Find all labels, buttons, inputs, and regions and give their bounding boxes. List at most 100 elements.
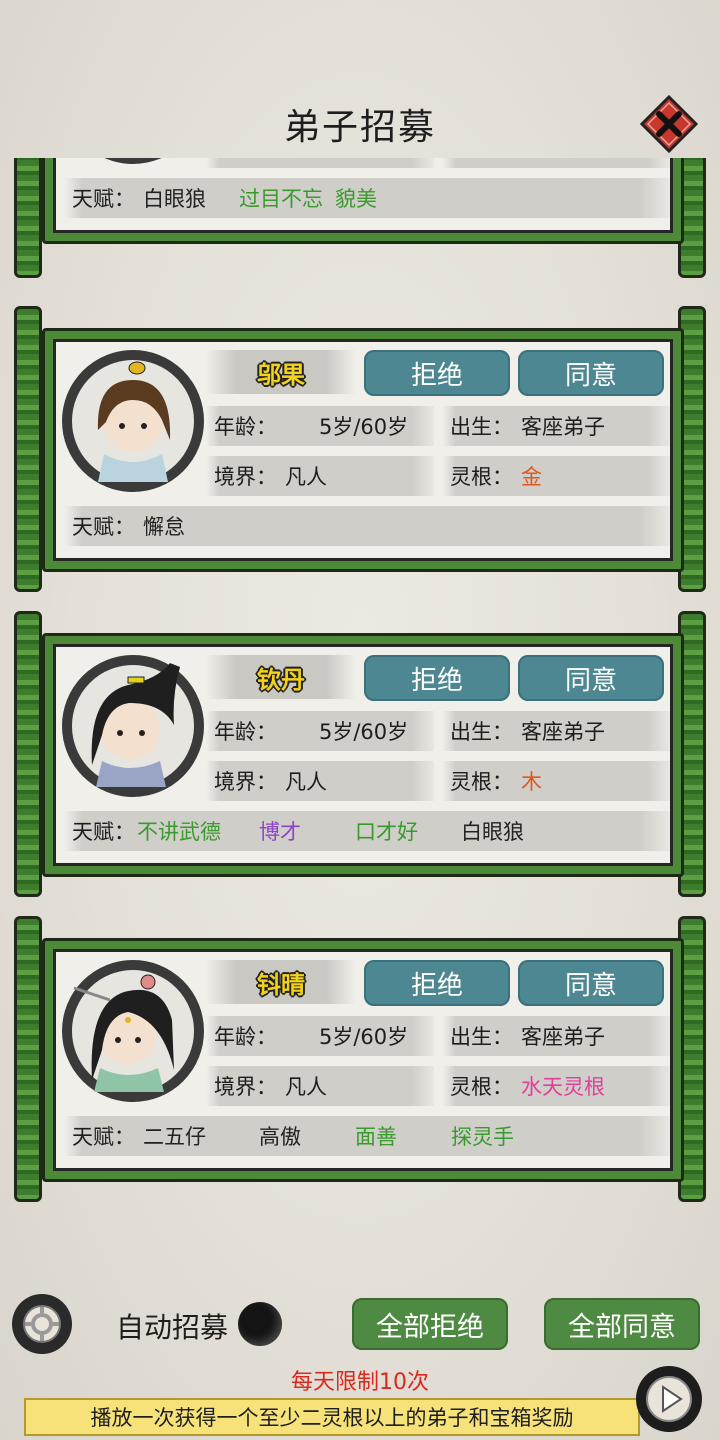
candidate-card: 邬果 拒绝 同意 年龄： 5岁/60岁 出生： 客座弟子 境界： 凡人 灵根： <box>14 300 706 592</box>
talent-label: 天赋： <box>72 515 135 539</box>
accept-button[interactable]: 同意 <box>518 655 664 701</box>
root-value: 金 <box>521 465 542 489</box>
root-value: 水 <box>521 158 542 163</box>
talent-tag: 白眼狼 <box>461 820 524 844</box>
disciple-portrait <box>62 350 204 492</box>
name-bar: 钭晴 <box>206 960 356 1004</box>
root-label: 灵根： <box>450 1075 513 1099</box>
talent-tag: 白眼狼 <box>143 187 206 211</box>
age-label: 年龄： <box>214 1025 277 1049</box>
close-icon <box>640 95 698 153</box>
talent-tag: 二五仔 <box>143 1125 206 1149</box>
name-bar: 邬果 <box>206 350 356 394</box>
talent-tag: 不讲武德 <box>137 820 221 844</box>
talent-tag: 探灵手 <box>451 1125 514 1149</box>
root-label: 灵根： <box>450 465 513 489</box>
root-field: 灵根： 水 <box>442 158 670 168</box>
realm-label: 境界： <box>214 465 277 489</box>
talent-tag: 口才好 <box>355 820 418 844</box>
root-label: 灵根： <box>450 158 513 163</box>
root-field: 灵根： 金 <box>442 456 670 496</box>
play-ad-button[interactable] <box>636 1366 702 1432</box>
disciple-name: 钭晴 <box>257 970 305 999</box>
root-field: 灵根： 水天灵根 <box>442 1066 670 1106</box>
disciple-portrait <box>62 960 204 1102</box>
watch-ad-banner[interactable]: 播放一次获得一个至少二灵根以上的弟子和宝箱奖励 <box>24 1398 640 1436</box>
realm-field: 境界： 凡人 <box>206 158 434 168</box>
talent-label: 天赋： <box>72 1125 135 1149</box>
age-label: 年龄： <box>214 720 277 744</box>
birth-label: 出生： <box>450 1025 513 1049</box>
birth-value: 客座弟子 <box>521 720 605 744</box>
candidate-card: 钭晴 拒绝 同意 年龄： 5岁/60岁 出生： 客座弟子 境界： 凡人 灵根： <box>14 910 706 1202</box>
age-field: 年龄： 5岁/60岁 <box>206 1016 434 1056</box>
birth-field: 出生： 客座弟子 <box>442 711 670 751</box>
daily-limit-text: 每天限制10次 <box>291 1370 429 1395</box>
scroll-frame: 邬果 拒绝 同意 年龄： 5岁/60岁 出生： 客座弟子 境界： 凡人 灵根： <box>42 328 684 572</box>
talent-field: 天赋： 懈怠 <box>64 506 670 546</box>
play-icon <box>646 1376 692 1422</box>
age-label: 年龄： <box>214 415 277 439</box>
gear-icon <box>23 1305 61 1343</box>
scroll-roller-left <box>14 158 42 278</box>
candidate-list[interactable]: 境界： 凡人 灵根： 水 天赋： 白眼狼 过目不忘貌美 <box>0 158 720 1208</box>
settings-button[interactable] <box>12 1294 72 1354</box>
talent-field: 天赋： 白眼狼 过目不忘 貌美 <box>64 178 670 218</box>
disciple-portrait <box>62 655 204 797</box>
realm-value: 凡人 <box>285 158 327 163</box>
reject-all-button[interactable]: 全部拒绝 <box>352 1298 508 1350</box>
realm-label: 境界： <box>214 770 277 794</box>
candidate-card: 境界： 凡人 灵根： 水 天赋： 白眼狼 过目不忘貌美 <box>14 158 706 278</box>
root-label: 灵根： <box>450 770 513 794</box>
reject-button[interactable]: 拒绝 <box>364 350 510 396</box>
reject-button[interactable]: 拒绝 <box>364 655 510 701</box>
realm-value: 凡人 <box>285 770 327 794</box>
realm-field: 境界： 凡人 <box>206 456 434 496</box>
realm-label: 境界： <box>214 158 277 163</box>
talent-tag: 过目不忘 <box>239 187 323 211</box>
scroll-frame: 钭晴 拒绝 同意 年龄： 5岁/60岁 出生： 客座弟子 境界： 凡人 灵根： <box>42 938 684 1182</box>
talent-field: 天赋： 不讲武德 博才 口才好 白眼狼 <box>64 811 670 851</box>
scroll-roller-left <box>14 306 42 592</box>
age-field: 年龄： 5岁/60岁 <box>206 711 434 751</box>
scroll-roller-left <box>14 611 42 897</box>
talent-tag: 懈怠 <box>143 515 185 539</box>
realm-label: 境界： <box>214 1075 277 1099</box>
disciple-name: 邬果 <box>257 360 305 389</box>
birth-label: 出生： <box>450 720 513 744</box>
scroll-frame: 境界： 凡人 灵根： 水 天赋： 白眼狼 过目不忘貌美 <box>42 158 684 244</box>
auto-recruit-toggle[interactable] <box>238 1302 282 1346</box>
talent-label: 天赋： <box>72 820 135 844</box>
scroll-roller-left <box>14 916 42 1202</box>
disciple-portrait <box>62 158 204 164</box>
birth-field: 出生： 客座弟子 <box>442 406 670 446</box>
age-value: 5岁/60岁 <box>319 415 409 439</box>
birth-label: 出生： <box>450 415 513 439</box>
talent-tag: 面善 <box>355 1125 397 1149</box>
scroll-frame: 钦丹 拒绝 同意 年龄： 5岁/60岁 出生： 客座弟子 境界： 凡人 灵根： <box>42 633 684 877</box>
accept-button[interactable]: 同意 <box>518 350 664 396</box>
candidate-card: 钦丹 拒绝 同意 年龄： 5岁/60岁 出生： 客座弟子 境界： 凡人 灵根： <box>14 605 706 897</box>
name-bar: 钦丹 <box>206 655 356 699</box>
birth-value: 客座弟子 <box>521 415 605 439</box>
page-title: 弟子招募 <box>283 107 436 148</box>
close-button[interactable] <box>640 95 698 153</box>
root-value: 水天灵根 <box>521 1075 605 1099</box>
talent-label: 天赋： <box>72 187 135 211</box>
reject-button[interactable]: 拒绝 <box>364 960 510 1006</box>
age-field: 年龄： 5岁/60岁 <box>206 406 434 446</box>
age-value: 5岁/60岁 <box>319 720 409 744</box>
disciple-name: 钦丹 <box>257 665 305 694</box>
birth-value: 客座弟子 <box>521 1025 605 1049</box>
auto-recruit-label: 自动招募 <box>116 1311 229 1344</box>
realm-value: 凡人 <box>285 465 327 489</box>
accept-button[interactable]: 同意 <box>518 960 664 1006</box>
accept-all-button[interactable]: 全部同意 <box>544 1298 700 1350</box>
talent-tag: 貌美 <box>335 187 377 211</box>
realm-field: 境界： 凡人 <box>206 761 434 801</box>
talent-tag: 博才 <box>259 820 301 844</box>
talent-field: 天赋： 二五仔 高傲 面善 探灵手 <box>64 1116 670 1156</box>
realm-field: 境界： 凡人 <box>206 1066 434 1106</box>
realm-value: 凡人 <box>285 1075 327 1099</box>
root-value: 木 <box>521 770 542 794</box>
